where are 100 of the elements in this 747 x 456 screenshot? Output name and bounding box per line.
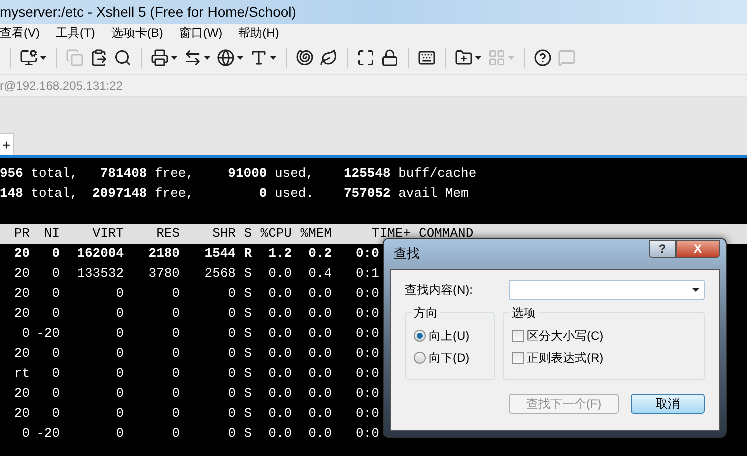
fullscreen-icon bbox=[357, 49, 375, 67]
checkbox-option[interactable]: 正则表达式(R) bbox=[512, 349, 704, 367]
menu-item[interactable]: 工具(T) bbox=[56, 24, 96, 42]
help-button[interactable]: ? bbox=[649, 240, 676, 258]
process-cell-text: 0.0 bbox=[268, 285, 292, 304]
process-cell-text: 0.0 bbox=[268, 265, 292, 284]
process-cell-text: 0 bbox=[227, 425, 236, 444]
process-cell-text: 0.0 bbox=[308, 385, 332, 404]
process-cell-text: 0 bbox=[227, 405, 236, 424]
process-cell-text: 0 bbox=[21, 425, 30, 444]
address-text: r@192.168.205.131:22 bbox=[0, 78, 123, 94]
dialog-title: 查找 bbox=[393, 245, 421, 264]
process-cell-text: S bbox=[243, 425, 252, 444]
process-cell-text: 0 bbox=[115, 385, 124, 404]
process-cell-text: 0 bbox=[171, 305, 180, 324]
group-title: 选项 bbox=[510, 304, 538, 322]
radio-button[interactable] bbox=[414, 352, 426, 364]
process-cell-text: 0.0 bbox=[268, 325, 292, 344]
radio-option[interactable]: 向下(D) bbox=[414, 349, 494, 367]
process-cell-text: S bbox=[243, 305, 252, 324]
process-cell-text: 2568 bbox=[204, 265, 236, 284]
process-cell-text: 0.0 bbox=[268, 405, 292, 424]
process-cell-text: 0 bbox=[227, 325, 236, 344]
shell-icon bbox=[296, 49, 314, 67]
process-cell-text: S bbox=[243, 405, 252, 424]
memory-stat: 91000 used, bbox=[228, 165, 314, 184]
printer-icon bbox=[151, 49, 169, 67]
process-cell-text: 0:0 bbox=[355, 305, 380, 324]
memory-stat: 781408 free, bbox=[100, 165, 194, 184]
process-cell-text: 1.2 bbox=[268, 245, 292, 264]
process-cell-text: 0:0 bbox=[355, 405, 380, 424]
process-cell-text: S bbox=[243, 385, 252, 404]
process-cell-text: 0.0 bbox=[308, 325, 332, 344]
caret-icon bbox=[475, 56, 482, 60]
process-cell-text: 0 bbox=[227, 305, 236, 324]
menu-item[interactable]: 查看(V) bbox=[0, 24, 40, 42]
process-cell-text: 0:0 bbox=[355, 425, 380, 444]
process-cell-text: S bbox=[243, 325, 252, 344]
process-cell-text: 0.0 bbox=[268, 425, 292, 444]
process-cell-text: 0 bbox=[51, 285, 60, 304]
process-cell-text: 0 bbox=[171, 425, 180, 444]
process-cell-text: 162004 bbox=[76, 245, 124, 264]
search-icon bbox=[114, 49, 132, 67]
dialog-button[interactable]: 取消 bbox=[631, 394, 705, 414]
copy-icon bbox=[66, 49, 84, 67]
paste-icon bbox=[90, 49, 108, 67]
process-cell-text: S bbox=[243, 365, 252, 384]
column-header: SHR bbox=[212, 225, 236, 244]
process-cell-text: 0:0 bbox=[355, 285, 380, 304]
process-cell-text: -20 bbox=[36, 425, 60, 444]
globe-icon bbox=[217, 49, 235, 67]
process-cell-text: 0.0 bbox=[308, 365, 332, 384]
process-cell-text: S bbox=[243, 285, 252, 304]
process-cell-text: 0 bbox=[51, 245, 60, 264]
process-cell-text: 133532 bbox=[76, 265, 124, 284]
memory-stat: 0 used. bbox=[259, 185, 314, 204]
window-title: myserver:/etc - Xshell 5 (Free for Home/School) bbox=[0, 2, 296, 22]
process-cell-text: 20 bbox=[13, 345, 30, 364]
font-icon bbox=[250, 49, 268, 67]
radio-option[interactable]: 向上(U) bbox=[414, 327, 494, 345]
process-cell-text: S bbox=[243, 345, 252, 364]
menu-item[interactable]: 帮助(H) bbox=[238, 24, 280, 42]
process-cell-text: 1544 bbox=[204, 245, 236, 264]
memory-stat: 125548 buff/cache bbox=[344, 165, 477, 184]
lock-icon bbox=[381, 49, 399, 67]
process-cell-text: 20 bbox=[13, 405, 30, 424]
column-header: PR bbox=[13, 225, 30, 244]
checkbox[interactable] bbox=[512, 352, 524, 364]
find-label: 查找内容(N): bbox=[405, 282, 474, 299]
process-cell-text: 0 bbox=[51, 405, 60, 424]
checkbox-option[interactable]: 区分大小写(C) bbox=[512, 327, 704, 345]
process-cell-text: 0 bbox=[171, 405, 180, 424]
process-cell-text: 0:0 bbox=[355, 385, 380, 404]
column-header: %MEM bbox=[300, 225, 332, 244]
process-cell-text: 0 bbox=[115, 325, 124, 344]
process-cell-text: 0 bbox=[51, 345, 60, 364]
menu-item[interactable]: 窗口(W) bbox=[179, 24, 223, 42]
process-cell-text: 0 bbox=[51, 365, 60, 384]
process-cell-text: -20 bbox=[36, 325, 60, 344]
leaf-icon bbox=[320, 49, 338, 67]
radio-button[interactable] bbox=[414, 330, 426, 342]
process-cell-text: rt bbox=[13, 365, 30, 384]
process-cell-text: 0 bbox=[227, 345, 236, 364]
process-cell-text: S bbox=[243, 265, 252, 284]
column-header: TIME+ bbox=[371, 225, 412, 244]
process-cell-text: 20 bbox=[13, 385, 30, 404]
menu-item[interactable]: 选项卡(B) bbox=[111, 24, 164, 42]
process-cell-text: 0:0 bbox=[355, 325, 380, 344]
process-cell-text: 0 bbox=[51, 265, 60, 284]
folder-plus-icon bbox=[455, 49, 473, 67]
process-cell-text: 0.0 bbox=[308, 405, 332, 424]
column-header: COMMAND bbox=[418, 225, 474, 244]
process-cell-text: 0.0 bbox=[308, 305, 332, 324]
process-cell-text: 0 bbox=[115, 285, 124, 304]
process-cell-text: 0 bbox=[171, 385, 180, 404]
process-cell-text: 0 bbox=[171, 345, 180, 364]
process-cell-text: 0 bbox=[115, 345, 124, 364]
new-tab-button[interactable]: + bbox=[0, 133, 14, 155]
checkbox[interactable] bbox=[512, 330, 524, 342]
memory-stat: 757052 avail Mem bbox=[344, 185, 469, 204]
